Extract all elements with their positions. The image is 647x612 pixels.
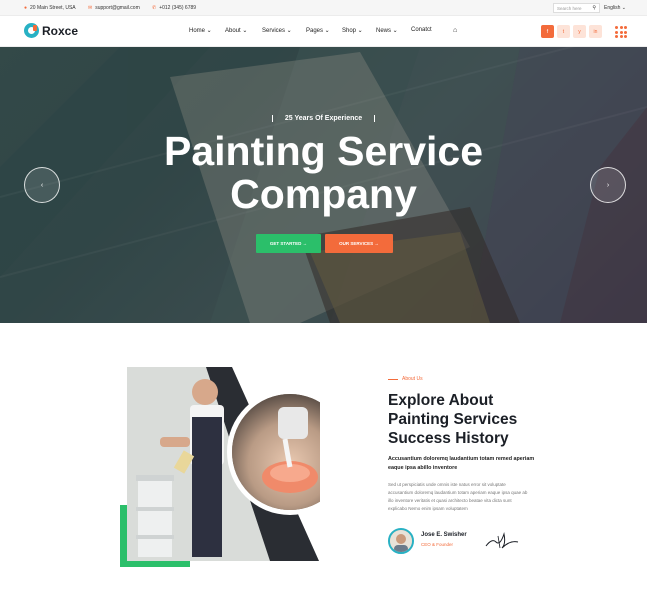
chevron-down-icon: ⌄ — [621, 5, 626, 11]
cart-icon[interactable]: ⌂ — [453, 27, 457, 34]
our-services-button[interactable]: OUR SERVICES → — [325, 234, 393, 253]
arrow-right-icon: → — [301, 241, 308, 246]
location-icon: ● — [24, 5, 28, 11]
about-label: About Us — [388, 376, 423, 382]
search-input[interactable]: Search here ⚲ — [553, 3, 600, 13]
mail-icon: ✉ — [88, 5, 93, 11]
get-started-button[interactable]: GET STARTED → — [256, 234, 321, 253]
chevron-left-icon: ‹ — [40, 181, 44, 189]
hero-title-line-1: Painting Service — [163, 128, 483, 174]
hero-kicker: 25 Years Of Experience — [0, 115, 647, 122]
slider-prev-button[interactable]: ‹ — [24, 167, 60, 203]
hero-title-line-2: Company — [230, 171, 417, 217]
logo[interactable]: Roxce — [24, 23, 78, 38]
search-icon[interactable]: ⚲ — [592, 5, 596, 11]
main-nav: Roxce Home ⌄ About ⌄ Services ⌄ Pages ⌄ … — [0, 17, 647, 47]
author-avatar — [388, 528, 414, 554]
hero-banner: 25 Years Of Experience Painting Service … — [0, 47, 647, 323]
phone-item[interactable]: ✆ +012 (345) 6789 — [152, 5, 196, 11]
address-text: 20 Main Street, USA — [30, 5, 76, 11]
menu-item-news[interactable]: News ⌄ — [376, 27, 398, 34]
arrow-right-icon: → — [373, 241, 379, 246]
facebook-icon[interactable]: f — [541, 25, 554, 38]
menu-item-pages[interactable]: Pages ⌄ — [306, 27, 330, 34]
logo-mark-icon — [24, 23, 39, 38]
signature-image — [485, 532, 519, 549]
phone-icon: ✆ — [152, 5, 157, 11]
top-bar: ● 20 Main Street, USA ✉ support@gmail.co… — [0, 0, 647, 16]
twitter-icon[interactable]: t — [557, 25, 570, 38]
chevron-right-icon: › — [606, 181, 610, 189]
slider-next-button[interactable]: › — [590, 167, 626, 203]
menu-item-home[interactable]: Home ⌄ — [189, 27, 212, 34]
menu-item-contact[interactable]: Conatct — [411, 27, 432, 33]
about-title: Explore About Painting Services Success … — [388, 392, 518, 447]
about-image — [120, 367, 320, 567]
menu-item-about[interactable]: About ⌄ — [225, 27, 247, 34]
about-body-text: Sed ut perspiciatis unde omnis iste natu… — [388, 482, 528, 511]
address-item: ● 20 Main Street, USA — [24, 5, 76, 11]
email-text[interactable]: support@gmail.com — [95, 5, 140, 11]
language-select[interactable]: English ⌄ — [604, 5, 626, 11]
phone-text[interactable]: +012 (345) 6789 — [159, 5, 196, 11]
brand-name: Roxce — [42, 23, 79, 38]
youtube-icon[interactable]: y — [573, 25, 586, 38]
grid-menu-icon[interactable] — [615, 26, 627, 38]
about-lead-text: Accusantium doloremq laudantium totam re… — [388, 456, 535, 471]
menu-item-services[interactable]: Services ⌄ — [262, 27, 292, 34]
search-placeholder: Search here — [557, 6, 582, 11]
author-name: Jose E. Swisher — [421, 532, 467, 538]
menu-item-shop[interactable]: Shop ⌄ — [342, 27, 363, 34]
language-label[interactable]: English — [604, 5, 620, 11]
email-item[interactable]: ✉ support@gmail.com — [88, 5, 140, 11]
linkedin-icon[interactable]: in — [589, 25, 602, 38]
author-role: CEO & Founder — [421, 542, 454, 547]
hero-title: Painting Service Company — [0, 130, 647, 216]
